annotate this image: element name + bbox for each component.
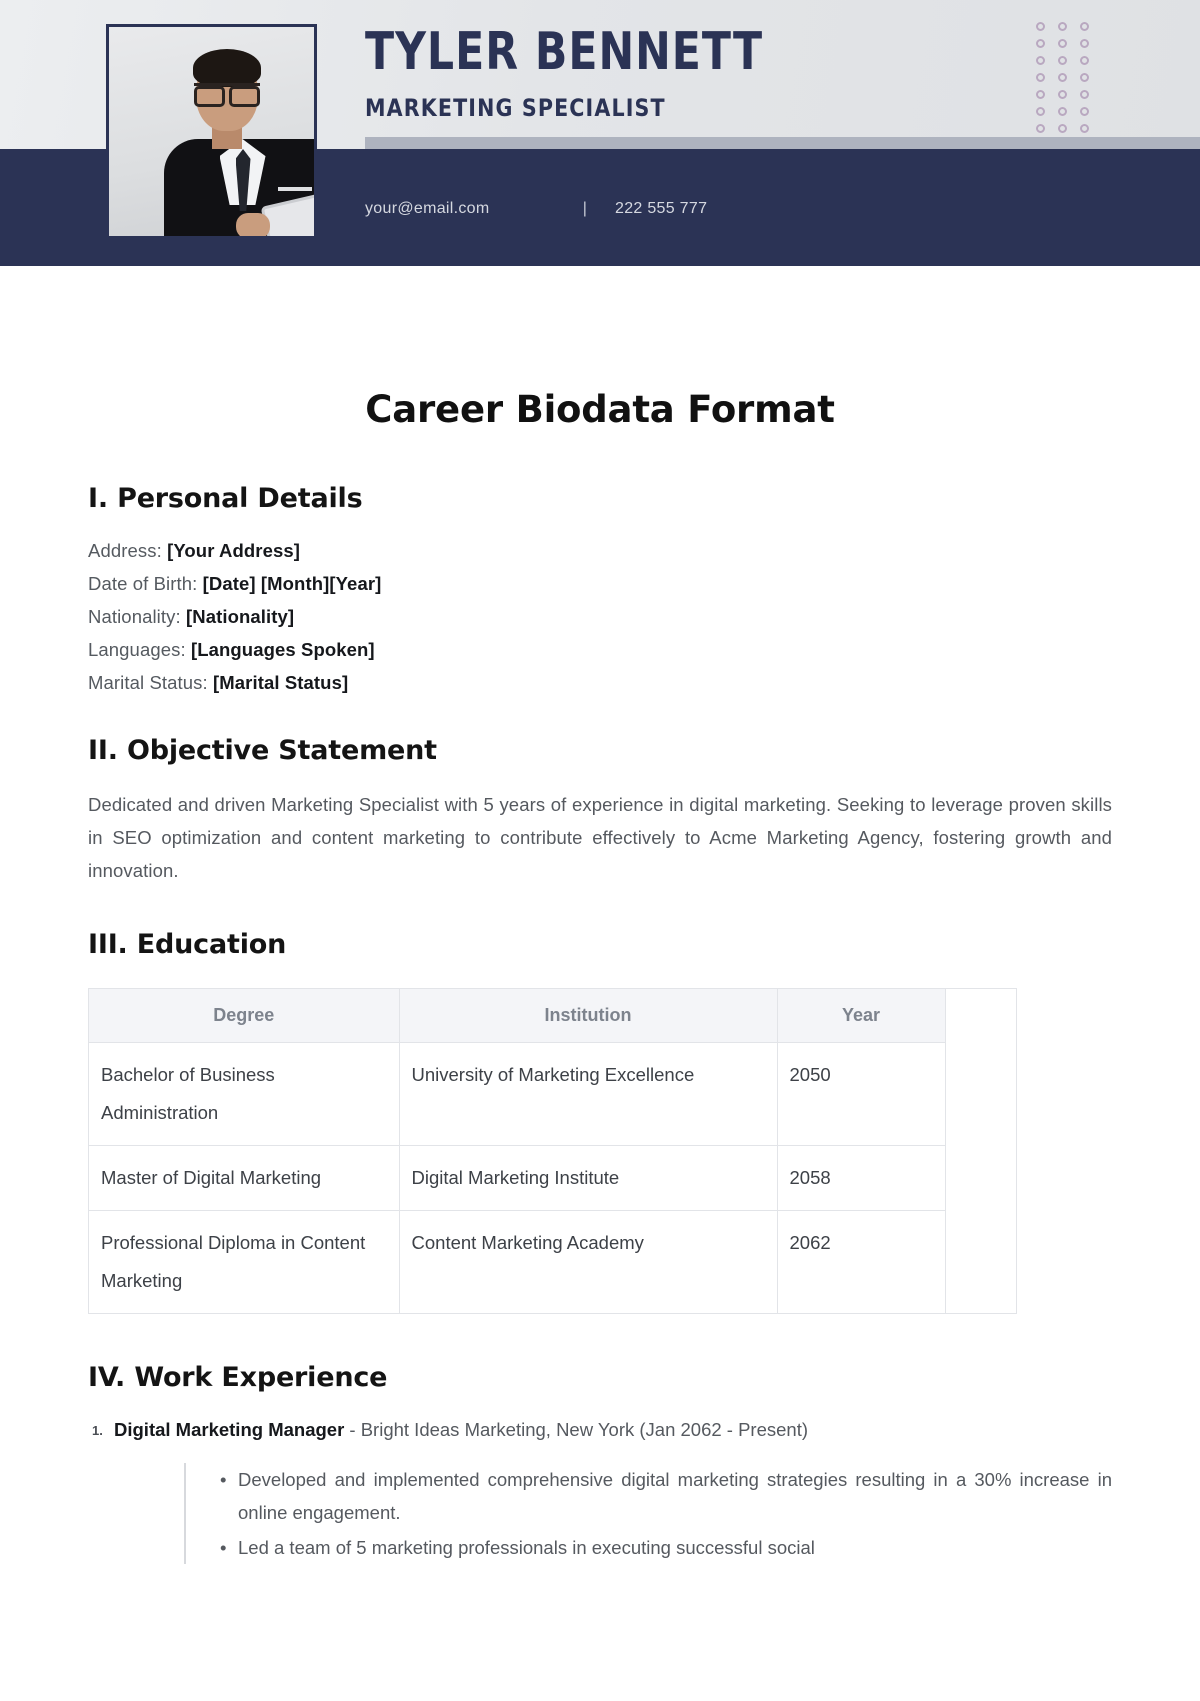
detail-value: [Date] [Month][Year] bbox=[202, 573, 382, 594]
header-name-block: TYLER BENNETT MARKETING SPECIALIST bbox=[365, 26, 850, 122]
dot-icon bbox=[1058, 124, 1067, 133]
list-item: Marital Status: [Marital Status] bbox=[88, 666, 1112, 699]
dot-icon bbox=[1058, 39, 1067, 48]
profile-photo-image bbox=[109, 27, 314, 236]
person-name: TYLER BENNETT bbox=[365, 22, 764, 82]
work-experience-list: 1. Digital Marketing Manager - Bright Ide… bbox=[88, 1415, 1112, 1564]
cell-year: 2062 bbox=[777, 1210, 946, 1313]
dot-icon bbox=[1080, 90, 1089, 99]
dot-icon bbox=[1080, 124, 1089, 133]
detail-value: [Languages Spoken] bbox=[190, 639, 375, 660]
contact-email[interactable]: your@email.com bbox=[365, 200, 555, 218]
objective-paragraph: Dedicated and driven Marketing Specialis… bbox=[88, 794, 1112, 881]
detail-label: Marital Status: bbox=[88, 672, 208, 693]
work-item-role: Digital Marketing Manager bbox=[114, 1419, 345, 1440]
dot-icon bbox=[1080, 56, 1089, 65]
contact-bar: your@email.com | 222 555 777 bbox=[365, 200, 707, 218]
table-row: Professional Diploma in Content Marketin… bbox=[89, 1210, 946, 1313]
dot-icon bbox=[1036, 90, 1045, 99]
list-item: Languages: [Languages Spoken] bbox=[88, 633, 1112, 666]
cell-degree: Bachelor of Business Administration bbox=[89, 1042, 400, 1146]
glasses-icon bbox=[193, 83, 260, 107]
section-heading-objective-statement: II. Objective Statement bbox=[88, 735, 437, 766]
detail-value: [Marital Status] bbox=[213, 672, 349, 693]
work-item-bullets: Developed and implemented comprehensive … bbox=[184, 1463, 1112, 1564]
cell-year: 2050 bbox=[777, 1042, 946, 1146]
profile-photo bbox=[106, 24, 317, 239]
dot-icon bbox=[1036, 56, 1045, 65]
detail-value: [Your Address] bbox=[167, 540, 301, 561]
list-item: 1. Digital Marketing Manager - Bright Ide… bbox=[88, 1415, 1112, 1564]
dot-icon bbox=[1036, 39, 1045, 48]
table-header-row: Degree Institution Year bbox=[89, 989, 946, 1043]
section-heading-personal-details: I. Personal Details bbox=[88, 483, 363, 514]
dot-icon bbox=[1080, 22, 1089, 31]
person-job-title: MARKETING SPECIALIST bbox=[365, 94, 666, 122]
table-row: Master of Digital Marketing Digital Mark… bbox=[89, 1145, 946, 1211]
dot-icon bbox=[1080, 107, 1089, 116]
cell-institution: Digital Marketing Institute bbox=[399, 1145, 778, 1211]
cell-degree: Professional Diploma in Content Marketin… bbox=[89, 1210, 400, 1313]
list-item: Developed and implemented comprehensive … bbox=[220, 1463, 1112, 1529]
cell-institution: Content Marketing Academy bbox=[399, 1210, 778, 1313]
dot-icon bbox=[1058, 107, 1067, 116]
resume-page: TYLER BENNETT MARKETING SPECIALIST your@… bbox=[0, 0, 1200, 1701]
photo-pocket-square bbox=[277, 187, 312, 191]
column-header-degree: Degree bbox=[89, 989, 400, 1043]
cell-institution: University of Marketing Excellence bbox=[399, 1042, 778, 1146]
personal-details-list: Address: [Your Address] Date of Birth: [… bbox=[88, 534, 1112, 699]
dot-icon bbox=[1058, 22, 1067, 31]
education-table-body: Bachelor of Business Administration Univ… bbox=[89, 1042, 946, 1313]
list-item: Address: [Your Address] bbox=[88, 534, 1112, 567]
dot-icon bbox=[1058, 73, 1067, 82]
list-item: Nationality: [Nationality] bbox=[88, 600, 1112, 633]
education-table-container: Degree Institution Year Bachelor of Busi… bbox=[88, 988, 1017, 1314]
dot-icon bbox=[1058, 56, 1067, 65]
dot-icon bbox=[1036, 22, 1045, 31]
resume-header: TYLER BENNETT MARKETING SPECIALIST your@… bbox=[0, 0, 1200, 266]
decorative-dot-grid bbox=[1036, 22, 1102, 141]
detail-label: Languages: bbox=[88, 639, 186, 660]
photo-hand-left bbox=[235, 213, 270, 236]
column-header-institution: Institution bbox=[399, 989, 778, 1043]
resume-body: Career Biodata Format I. Personal Detail… bbox=[0, 388, 1200, 1564]
education-table-head: Degree Institution Year bbox=[89, 989, 946, 1043]
dot-icon bbox=[1080, 73, 1089, 82]
list-item: Date of Birth: [Date] [Month][Year] bbox=[88, 567, 1112, 600]
dot-icon bbox=[1036, 73, 1045, 82]
contact-separator: | bbox=[582, 200, 588, 217]
section-heading-education: III. Education bbox=[88, 929, 287, 960]
work-item-number: 1. bbox=[92, 1423, 103, 1438]
dot-icon bbox=[1036, 107, 1045, 116]
cell-year: 2058 bbox=[777, 1145, 946, 1211]
page-title: Career Biodata Format bbox=[365, 388, 835, 431]
work-item-detail: - Bright Ideas Marketing, New York (Jan … bbox=[344, 1419, 809, 1440]
education-table: Degree Institution Year Bachelor of Busi… bbox=[89, 989, 946, 1313]
cell-degree: Master of Digital Marketing bbox=[89, 1145, 400, 1211]
dot-icon bbox=[1036, 124, 1045, 133]
detail-label: Address: bbox=[88, 540, 162, 561]
detail-label: Nationality: bbox=[88, 606, 181, 627]
table-row: Bachelor of Business Administration Univ… bbox=[89, 1042, 946, 1146]
photo-hair bbox=[192, 49, 261, 87]
column-header-year: Year bbox=[777, 989, 946, 1043]
dot-icon bbox=[1080, 39, 1089, 48]
section-heading-work-experience: IV. Work Experience bbox=[88, 1362, 388, 1393]
dot-icon bbox=[1058, 90, 1067, 99]
contact-phone[interactable]: 222 555 777 bbox=[615, 200, 707, 218]
list-item: Led a team of 5 marketing professionals … bbox=[220, 1531, 1112, 1564]
detail-value: [Nationality] bbox=[185, 606, 295, 627]
detail-label: Date of Birth: bbox=[88, 573, 198, 594]
